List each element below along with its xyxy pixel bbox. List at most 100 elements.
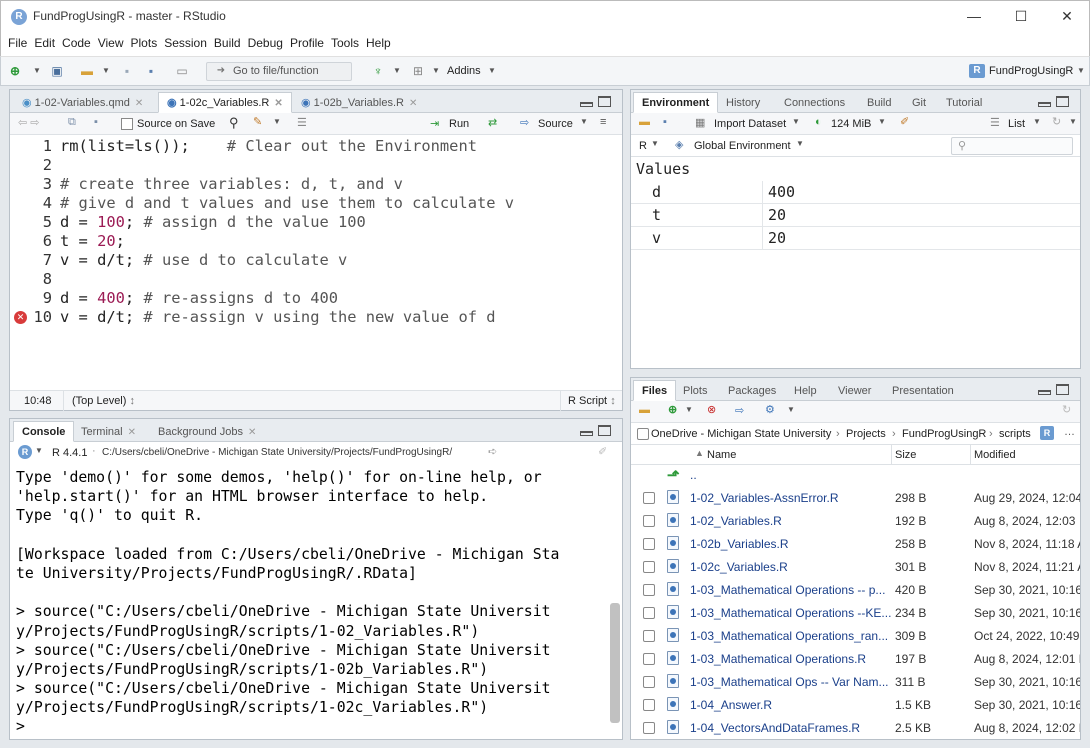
- file-name[interactable]: 1-03_Mathematical Ops -- Var Nam...: [690, 675, 889, 689]
- column-size[interactable]: Size: [895, 449, 916, 461]
- file-checkbox[interactable]: [643, 607, 655, 619]
- source-on-save-checkbox[interactable]: [121, 118, 133, 130]
- code-line[interactable]: 9 d = 400; # re-assigns d to 400: [10, 289, 338, 308]
- minimize-button[interactable]: —: [951, 5, 997, 27]
- environment-row[interactable]: v 20: [631, 227, 1080, 250]
- column-modified[interactable]: Modified: [974, 449, 1016, 461]
- chevron-down-icon[interactable]: ▼: [273, 117, 281, 126]
- magic-wand-icon[interactable]: ✎: [253, 115, 262, 128]
- menu-edit[interactable]: Edit: [27, 32, 55, 50]
- tab-files[interactable]: Files: [633, 380, 677, 401]
- console-output[interactable]: Type 'demo()' for some demos, 'help()' f…: [10, 468, 622, 739]
- menu-code[interactable]: Code: [55, 32, 91, 50]
- tab-plots[interactable]: Plots: [674, 380, 716, 401]
- tab-connections[interactable]: Connections: [775, 92, 854, 113]
- version-control-icon[interactable]: ♆: [370, 64, 386, 78]
- chevron-down-icon[interactable]: ▼: [580, 117, 588, 126]
- close-icon[interactable]: ✕: [135, 98, 143, 109]
- source-button[interactable]: Source: [538, 118, 573, 130]
- chevron-down-icon[interactable]: ▼: [389, 64, 405, 78]
- run-icon[interactable]: ⇥: [430, 117, 439, 130]
- delete-icon[interactable]: ⊗: [707, 403, 716, 416]
- code-line[interactable]: 3 # create three variables: d, t, and v: [10, 175, 403, 194]
- tab-1-02-variables-qmd[interactable]: ◉ 1-02-Variables.qmd ✕: [13, 92, 152, 113]
- tab-help[interactable]: Help: [785, 380, 826, 401]
- code-line[interactable]: 2: [10, 156, 60, 175]
- file-row[interactable]: 1-02c_Variables.R 301 B Nov 8, 2024, 11:21…: [631, 556, 1080, 579]
- file-row[interactable]: 1-02b_Variables.R 258 B Nov 8, 2024, 11:18…: [631, 533, 1080, 556]
- file-name[interactable]: 1-02c_Variables.R: [690, 560, 788, 574]
- menu-plots[interactable]: Plots: [124, 32, 158, 50]
- code-line[interactable]: 6 t = 20;: [10, 232, 125, 251]
- close-icon[interactable]: ✕: [128, 427, 136, 438]
- code-line[interactable]: 1 rm(list=ls()); # Clear out the Environm…: [10, 137, 477, 156]
- file-row[interactable]: 1-04_VectorsAndDataFrames.R 2.5 KB Aug 8, …: [631, 717, 1080, 740]
- menu-tools[interactable]: Tools: [324, 32, 359, 50]
- tab-terminal[interactable]: Terminal ✕: [72, 421, 145, 442]
- parent-directory-link[interactable]: ..: [690, 468, 697, 482]
- save-icon[interactable]: ▪: [94, 116, 98, 128]
- back-forward-icon[interactable]: ⇦ ⇨: [18, 116, 40, 129]
- tab-1-02b-variables-r[interactable]: ◉ 1-02b_Variables.R ✕: [292, 92, 426, 113]
- pane-minmax[interactable]: [580, 96, 614, 108]
- chevron-down-icon[interactable]: ▼: [98, 64, 114, 78]
- file-checkbox[interactable]: [643, 584, 655, 596]
- search-icon[interactable]: ⚲: [229, 115, 239, 131]
- close-icon[interactable]: ✕: [409, 98, 417, 109]
- column-name[interactable]: Name: [707, 449, 736, 461]
- chevron-down-icon[interactable]: ▼: [792, 117, 800, 126]
- file-row[interactable]: 1-02_Variables-AssnError.R 298 B Aug 29, 2…: [631, 487, 1080, 510]
- minimize-pane-icon[interactable]: [580, 431, 593, 436]
- new-file-icon[interactable]: ⊕: [7, 64, 23, 78]
- menu-build[interactable]: Build: [207, 32, 241, 50]
- menu-view[interactable]: View: [91, 32, 124, 50]
- save-icon[interactable]: ▪: [119, 64, 135, 78]
- chevron-down-icon[interactable]: ▼: [787, 405, 795, 414]
- tab-environment[interactable]: Environment: [633, 92, 719, 113]
- go-to-directory-icon[interactable]: ➪: [488, 445, 497, 458]
- tab-packages[interactable]: Packages: [719, 380, 785, 401]
- code-line[interactable]: 8: [10, 270, 60, 289]
- chevron-down-icon[interactable]: ▼: [878, 117, 886, 126]
- menu-session[interactable]: Session: [157, 32, 207, 50]
- working-directory[interactable]: C:/Users/cbeli/OneDrive - Michigan State…: [102, 447, 452, 458]
- minimize-pane-icon[interactable]: [1038, 390, 1051, 395]
- filetype-selector[interactable]: R Script ↕: [568, 395, 616, 407]
- tab-background-jobs[interactable]: Background Jobs ✕: [149, 421, 265, 442]
- gear-icon[interactable]: ⚙: [765, 403, 775, 416]
- file-checkbox[interactable]: [643, 653, 655, 665]
- tab-build[interactable]: Build: [858, 92, 900, 113]
- tab-tutorial[interactable]: Tutorial: [937, 92, 991, 113]
- file-checkbox[interactable]: [643, 630, 655, 642]
- file-name[interactable]: 1-02_Variables.R: [690, 514, 782, 528]
- file-checkbox[interactable]: [643, 492, 655, 504]
- tab-viewer[interactable]: Viewer: [829, 380, 880, 401]
- file-name[interactable]: 1-03_Mathematical Operations.R: [690, 652, 866, 666]
- file-name[interactable]: 1-04_Answer.R: [690, 698, 772, 712]
- broom-icon[interactable]: ✐: [900, 115, 909, 128]
- file-row[interactable]: 1-02_Variables.R 192 B Aug 8, 2024, 12:03: [631, 510, 1080, 533]
- file-checkbox[interactable]: [643, 561, 655, 573]
- parent-directory-row[interactable]: ⬏ ..: [631, 465, 1080, 486]
- code-line[interactable]: 5 d = 100; # assign d the value 100: [10, 213, 366, 232]
- more-icon[interactable]: …: [1064, 426, 1075, 438]
- file-checkbox[interactable]: [643, 515, 655, 527]
- console-scrollbar[interactable]: [610, 603, 620, 723]
- chevron-down-icon[interactable]: ▼: [29, 64, 45, 78]
- language-selector[interactable]: R: [639, 140, 647, 152]
- breadcrumb-fundprogusingr[interactable]: FundProgUsingR: [902, 428, 986, 440]
- addins-menu[interactable]: Addins: [447, 65, 481, 77]
- pane-layout-icon[interactable]: ⊞: [410, 64, 426, 78]
- tab-console[interactable]: Console: [13, 421, 75, 442]
- menu-help[interactable]: Help: [359, 32, 391, 50]
- breadcrumb-projects[interactable]: Projects: [846, 428, 886, 440]
- file-row[interactable]: 1-03_Mathematical Operations -- p... 420 …: [631, 579, 1080, 602]
- environment-scope-selector[interactable]: Global Environment: [694, 140, 791, 152]
- environment-search-input[interactable]: ⚲: [951, 137, 1073, 155]
- maximize-button[interactable]: ☐: [998, 5, 1044, 27]
- environment-row[interactable]: d 400: [631, 181, 1080, 204]
- file-name[interactable]: 1-03_Mathematical Operations_ran...: [690, 629, 888, 643]
- chevron-down-icon[interactable]: ▼: [35, 446, 43, 455]
- minimize-pane-icon[interactable]: [1038, 102, 1051, 107]
- minimize-pane-icon[interactable]: [580, 102, 593, 107]
